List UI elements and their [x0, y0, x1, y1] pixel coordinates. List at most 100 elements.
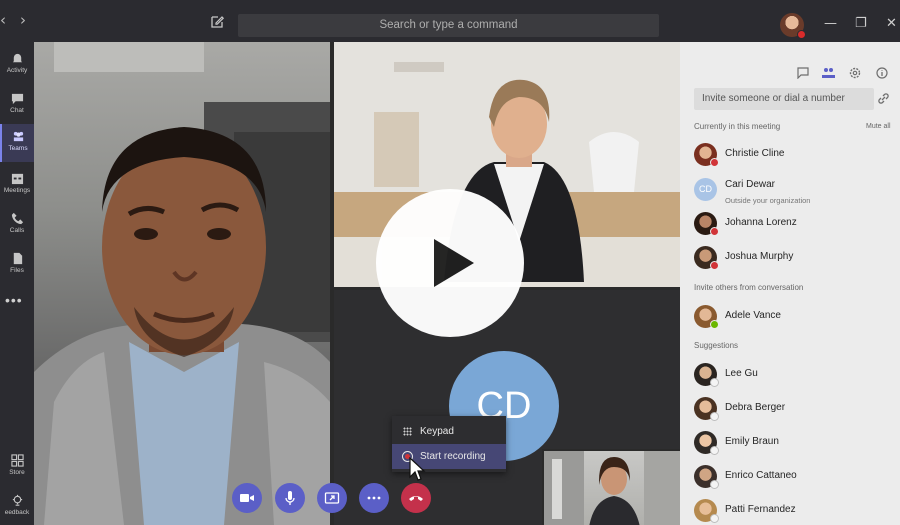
participant-video [34, 42, 330, 525]
participant-name: Adele Vance [725, 310, 781, 321]
participant-name: Debra Berger [725, 402, 786, 413]
forward-arrow-icon[interactable]: › [20, 13, 26, 28]
mute-all-button[interactable]: Mute all [866, 123, 891, 130]
rail-label: Files [10, 267, 24, 274]
phone-icon [11, 212, 23, 225]
suggestion-item[interactable]: Enrico Cattaneo [694, 463, 894, 493]
share-screen-button[interactable] [317, 483, 347, 513]
rail-item-calls[interactable]: Calls [0, 206, 34, 244]
feedback-icon [12, 494, 22, 506]
participant-name: Joshua Murphy [725, 251, 794, 262]
participant-item[interactable]: Joshua Murphy [694, 244, 894, 274]
rail-label: eedback [4, 509, 30, 516]
suggestion-item[interactable]: Emily Braun [694, 429, 894, 459]
participants-panel: Invite someone or dial a number Currentl… [680, 42, 900, 525]
user-avatar[interactable] [780, 13, 806, 39]
offline-status-icon [710, 412, 719, 421]
play-button[interactable] [376, 189, 524, 337]
rail-label: Chat [10, 107, 24, 114]
menu-label: Start recording [420, 451, 486, 462]
offline-status-icon [710, 514, 719, 523]
rail-item-feedback[interactable]: eedback [0, 488, 34, 525]
hang-up-icon [409, 496, 423, 501]
chat-panel-icon[interactable] [797, 66, 809, 84]
participant-video [544, 451, 680, 525]
suggestion-item[interactable]: Lee Gu [694, 361, 894, 391]
mic-toggle-button[interactable] [275, 483, 305, 513]
participant-name: Enrico Cattaneo [725, 470, 797, 481]
busy-status-icon [710, 158, 719, 167]
participant-name: Emily Braun [725, 436, 779, 447]
offline-status-icon [710, 378, 719, 387]
busy-status-icon [797, 30, 806, 39]
rail-label: Meetings [3, 187, 31, 194]
participant-item[interactable]: CD Cari Dewar Outside your organization [694, 176, 894, 206]
rail-label: Activity [6, 67, 28, 74]
restore-icon[interactable]: ❐ [855, 17, 867, 30]
rail-item-meetings[interactable]: Meetings [0, 166, 34, 204]
video-toggle-button[interactable] [232, 483, 262, 513]
participant-subtitle: Outside your organization [725, 196, 811, 205]
participant-name: Patti Fernandez [725, 504, 796, 515]
calendar-icon [11, 173, 23, 185]
section-heading: Currently in this meeting [694, 122, 781, 131]
participant-name: Christie Cline [725, 148, 785, 159]
busy-status-icon [710, 227, 719, 236]
keypad-menu-item[interactable]: Keypad [392, 419, 506, 444]
section-heading: Suggestions [694, 341, 739, 350]
more-icon [367, 496, 381, 500]
avatar: CD [694, 178, 717, 201]
minimize-icon[interactable]: — [824, 17, 837, 30]
rail-label: Teams [8, 145, 28, 152]
busy-status-icon [710, 261, 719, 270]
bell-icon [12, 53, 22, 64]
offline-status-icon [710, 446, 719, 455]
rail-label: Store [9, 469, 25, 476]
menu-label: Keypad [420, 426, 454, 437]
keypad-icon [403, 427, 412, 436]
mic-icon [285, 491, 295, 505]
compose-icon[interactable] [209, 14, 225, 30]
share-screen-icon [324, 492, 340, 504]
back-arrow-icon[interactable]: ‹ [0, 13, 6, 28]
offline-status-icon [710, 480, 719, 489]
file-icon [13, 252, 22, 265]
participant-name: Lee Gu [725, 368, 758, 379]
call-stage: CD Keypad Start recording [34, 42, 680, 525]
rail-item-files[interactable]: Files [0, 246, 34, 284]
people-icon[interactable] [822, 66, 835, 84]
teams-icon [13, 131, 23, 142]
rail-item-teams[interactable]: Teams [0, 124, 34, 162]
app-bar: Activity Chat Teams Meetings Calls Files… [0, 42, 34, 525]
participant-item[interactable]: Johanna Lorenz [694, 210, 894, 240]
info-icon[interactable] [876, 66, 888, 84]
more-apps-icon[interactable]: ••• [5, 292, 23, 308]
chat-icon [11, 93, 23, 105]
available-status-icon [710, 320, 719, 329]
search-bar[interactable]: Search or type a command [238, 14, 659, 37]
store-icon [10, 454, 24, 467]
participant-item[interactable]: Adele Vance [694, 303, 894, 333]
more-actions-button[interactable] [359, 483, 389, 513]
play-icon [434, 239, 474, 287]
invite-input[interactable]: Invite someone or dial a number [694, 88, 874, 110]
video-tile-main [34, 42, 330, 525]
video-icon [240, 494, 254, 502]
video-tile-self[interactable] [542, 449, 680, 525]
participant-name: Johanna Lorenz [725, 217, 797, 228]
participant-name: Cari Dewar [725, 179, 776, 190]
close-icon[interactable]: ✕ [886, 17, 897, 30]
suggestion-item[interactable]: Patti Fernandez [694, 497, 894, 525]
title-bar: ‹ › Search or type a command — ❐ ✕ [0, 0, 900, 42]
link-icon[interactable] [877, 92, 890, 105]
hang-up-button[interactable] [401, 483, 431, 513]
settings-gear-icon[interactable] [849, 66, 861, 84]
participant-item[interactable]: Christie Cline [694, 141, 894, 171]
rail-item-chat[interactable]: Chat [0, 86, 34, 124]
rail-label: Calls [9, 227, 25, 234]
section-heading: Invite others from conversation [694, 283, 804, 292]
suggestion-item[interactable]: Debra Berger [694, 395, 894, 425]
rail-item-store[interactable]: Store [0, 448, 34, 486]
mouse-cursor-icon [409, 457, 426, 481]
rail-item-activity[interactable]: Activity [0, 46, 34, 84]
